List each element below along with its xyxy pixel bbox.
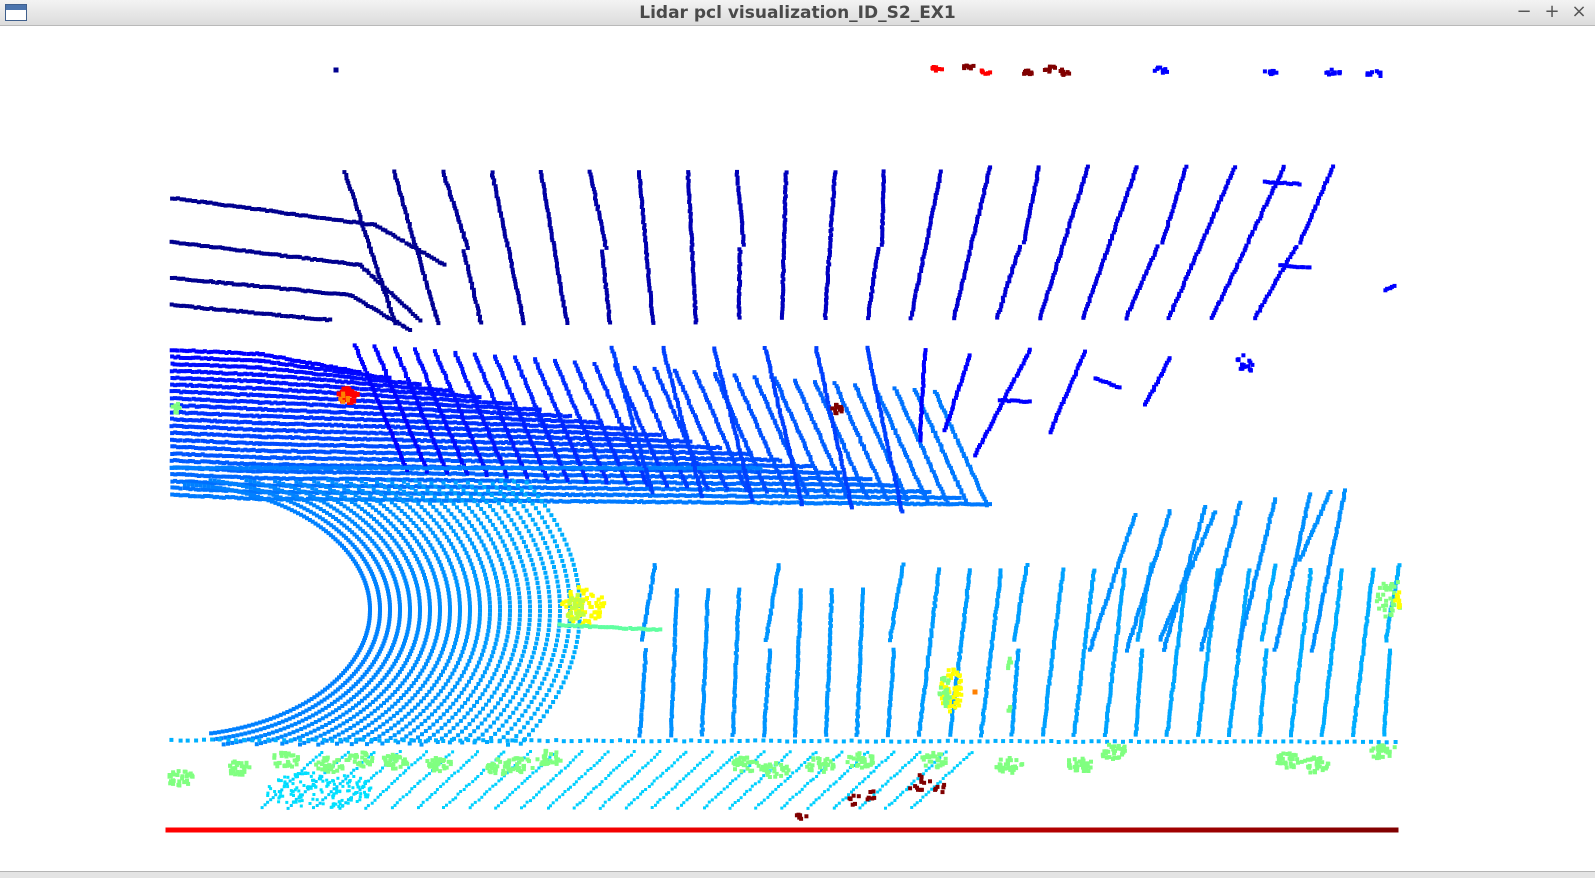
status-bar: [0, 871, 1595, 878]
point-cloud-canvas[interactable]: [0, 26, 1595, 871]
maximize-button[interactable]: +: [1541, 1, 1563, 23]
title-bar: Lidar pcl visualization_ID_S2_EX1 − + ×: [0, 0, 1595, 26]
close-button[interactable]: ×: [1568, 1, 1590, 23]
far-points: [333, 63, 1383, 78]
ground-points: [167, 742, 1397, 810]
upper-scan-lines: [169, 164, 1397, 332]
lower-scan-lines: [169, 478, 1402, 747]
middle-scan-lines: [169, 343, 1255, 514]
window-title: Lidar pcl visualization_ID_S2_EX1: [639, 3, 956, 23]
point-cloud-viewport[interactable]: [0, 26, 1595, 871]
minimize-button[interactable]: −: [1513, 1, 1535, 23]
